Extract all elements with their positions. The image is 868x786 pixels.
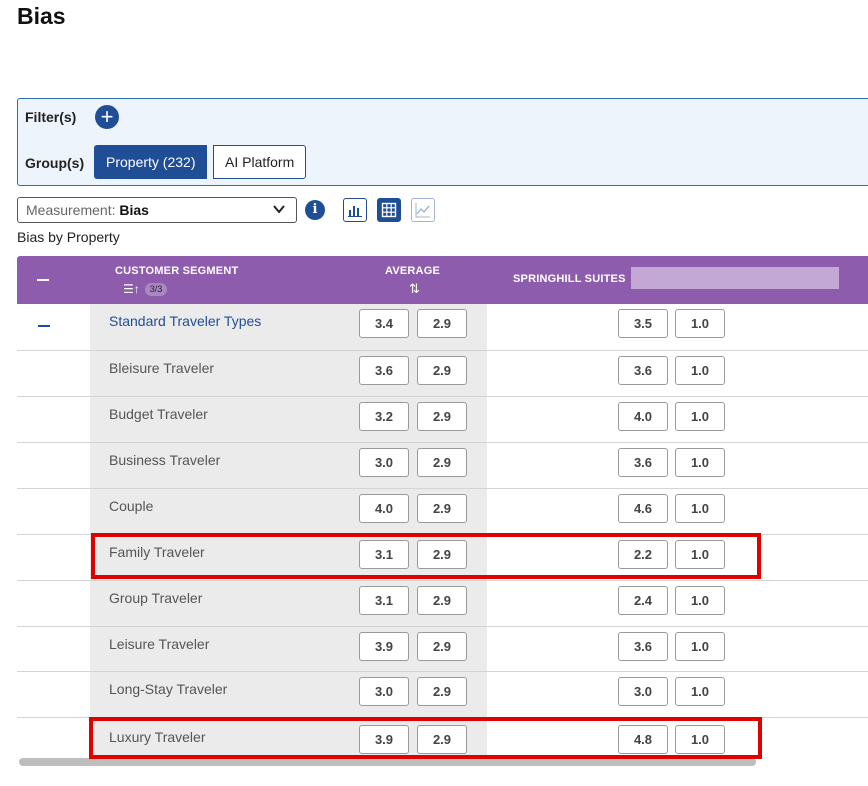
group-row: Standard Traveler Types 3.4 2.9 3.5 1.0 — [17, 304, 868, 351]
property-secondary-box[interactable]: 1.0 — [675, 494, 725, 523]
horizontal-scrollbar[interactable] — [19, 758, 756, 766]
average-value-box[interactable]: 3.2 — [359, 402, 409, 431]
table-row: Business Traveler 3.0 2.9 3.6 1.0 — [17, 443, 868, 489]
sort-toggle-icon[interactable]: ⇅ — [409, 281, 420, 297]
average-value-box[interactable]: 3.0 — [359, 448, 409, 477]
table-grid-icon — [381, 202, 397, 218]
average-value-box[interactable]: 3.0 — [359, 677, 409, 706]
bar-chart-view-button[interactable] — [343, 198, 367, 222]
property-value-box[interactable]: 4.6 — [618, 494, 668, 523]
average-secondary-box[interactable]: 2.9 — [417, 356, 467, 385]
property-value-box[interactable]: 3.0 — [618, 677, 668, 706]
table-row: Group Traveler 3.1 2.9 2.4 1.0 — [17, 581, 868, 627]
property-value-box[interactable]: 3.6 — [618, 356, 668, 385]
header-property[interactable]: SPRINGHILL SUITES — [513, 273, 626, 285]
property-secondary-box[interactable]: 1.0 — [675, 677, 725, 706]
property-secondary-box[interactable]: 1.0 — [675, 356, 725, 385]
table-row: Leisure Traveler 3.9 2.9 3.6 1.0 — [17, 627, 868, 672]
average-value-box[interactable]: 3.6 — [359, 356, 409, 385]
filter-panel: Filter(s) + Group(s) Property (232) AI P… — [17, 98, 868, 186]
group-property-button[interactable]: Property (232) — [94, 145, 208, 179]
property-secondary-box[interactable]: 1.0 — [675, 586, 725, 615]
table-view-button[interactable] — [377, 198, 401, 222]
table-subtitle: Bias by Property — [17, 229, 120, 245]
table-row: Long-Stay Traveler 3.0 2.9 3.0 1.0 — [17, 672, 868, 718]
measurement-select[interactable]: Measurement: Bias — [17, 197, 297, 223]
segment-count-badge: 3/3 — [145, 283, 167, 296]
average-secondary-box[interactable]: 2.9 — [417, 309, 467, 338]
property-value-box[interactable]: 3.6 — [618, 448, 668, 477]
sort-order-icon[interactable]: ☰↑ — [123, 282, 140, 296]
segment-label: Business Traveler — [109, 452, 221, 468]
average-secondary-box[interactable]: 2.9 — [417, 632, 467, 661]
segment-label: Long-Stay Traveler — [109, 681, 228, 697]
redacted-property-name — [631, 267, 839, 289]
line-chart-icon — [415, 203, 430, 218]
segment-label: Leisure Traveler — [109, 636, 210, 652]
measurement-prefix: Measurement — [26, 202, 112, 218]
page-title: Bias — [17, 3, 66, 29]
average-value-box[interactable]: 4.0 — [359, 494, 409, 523]
average-secondary-box[interactable]: 2.9 — [417, 586, 467, 615]
header-customer-segment[interactable]: CUSTOMER SEGMENT — [115, 265, 238, 277]
property-value-box[interactable]: 2.4 — [618, 586, 668, 615]
add-filter-button[interactable]: + — [95, 105, 119, 129]
average-secondary-box[interactable]: 2.9 — [417, 494, 467, 523]
segment-label: Couple — [109, 498, 154, 514]
measurement-value: Bias — [119, 202, 149, 218]
highlight-family-traveler — [91, 533, 761, 579]
segment-label: Bleisure Traveler — [109, 360, 215, 376]
property-value-box[interactable]: 4.0 — [618, 402, 668, 431]
table-row: Bleisure Traveler 3.6 2.9 3.6 1.0 — [17, 351, 868, 397]
bar-chart-icon — [348, 206, 362, 217]
property-secondary-box[interactable]: 1.0 — [675, 309, 725, 338]
average-value-box[interactable]: 3.4 — [359, 309, 409, 338]
collapse-all-icon[interactable] — [37, 279, 49, 281]
table-row: Couple 4.0 2.9 4.6 1.0 — [17, 489, 868, 535]
line-chart-view-button[interactable] — [411, 198, 435, 222]
filter-label: Filter(s) — [25, 109, 77, 125]
collapse-group-icon[interactable] — [38, 325, 50, 327]
group-label: Group(s) — [25, 155, 85, 171]
group-ai-platform-button[interactable]: AI Platform — [213, 145, 307, 179]
header-average[interactable]: AVERAGE — [385, 265, 440, 277]
average-secondary-box[interactable]: 2.9 — [417, 677, 467, 706]
property-value-box[interactable]: 3.6 — [618, 632, 668, 661]
segment-label: Budget Traveler — [109, 406, 208, 422]
average-value-box[interactable]: 3.1 — [359, 586, 409, 615]
property-secondary-box[interactable]: 1.0 — [675, 448, 725, 477]
table-header: CUSTOMER SEGMENT ☰↑ 3/3 AVERAGE ⇅ SPRING… — [17, 256, 868, 304]
info-icon[interactable]: i — [305, 200, 325, 220]
average-secondary-box[interactable]: 2.9 — [417, 402, 467, 431]
highlight-luxury-traveler — [89, 717, 762, 759]
segment-label: Group Traveler — [109, 590, 203, 606]
property-value-box[interactable]: 3.5 — [618, 309, 668, 338]
segment-label[interactable]: Standard Traveler Types — [109, 313, 261, 329]
table-row: Budget Traveler 3.2 2.9 4.0 1.0 — [17, 397, 868, 443]
property-secondary-box[interactable]: 1.0 — [675, 402, 725, 431]
average-value-box[interactable]: 3.9 — [359, 632, 409, 661]
average-secondary-box[interactable]: 2.9 — [417, 448, 467, 477]
chevron-down-icon — [273, 205, 285, 214]
property-secondary-box[interactable]: 1.0 — [675, 632, 725, 661]
bias-table: CUSTOMER SEGMENT ☰↑ 3/3 AVERAGE ⇅ SPRING… — [17, 256, 868, 756]
